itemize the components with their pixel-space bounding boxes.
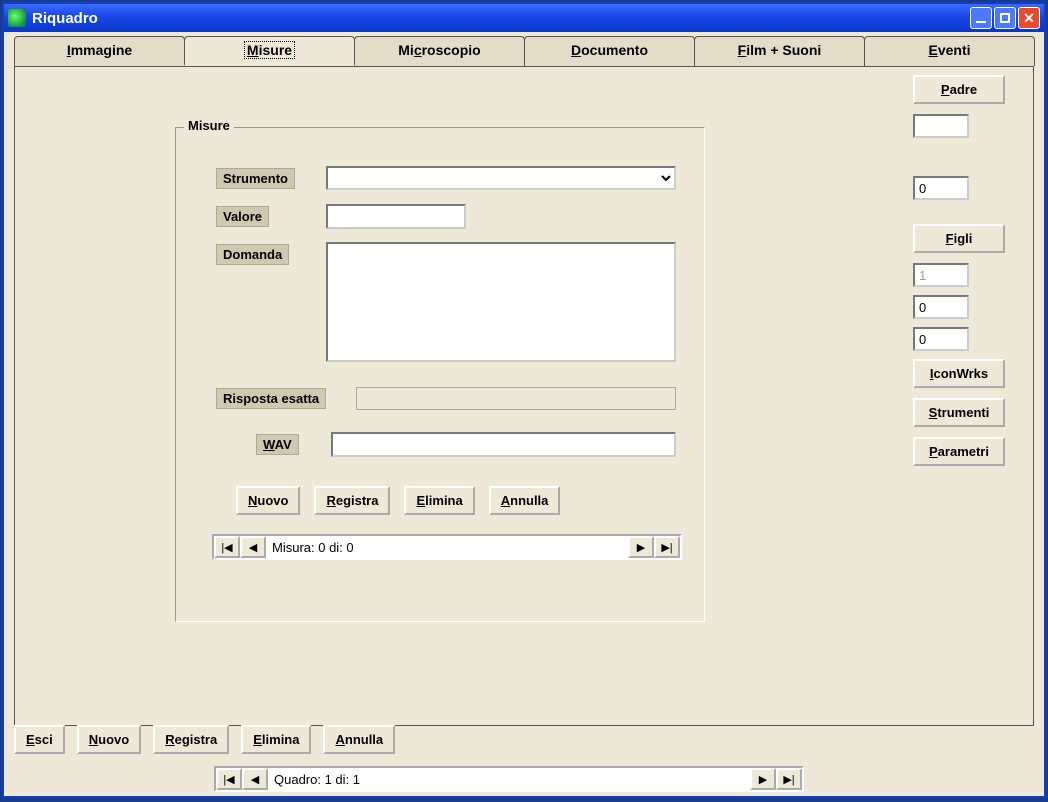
parametri-button[interactable]: Parametri [913, 437, 1005, 466]
window: Riquadro ✕ Immagine Misure Microscopio D… [2, 2, 1046, 798]
risposta-input[interactable] [356, 387, 676, 410]
strumenti-button[interactable]: Strumenti [913, 398, 1005, 427]
tab-misure[interactable]: Misure [184, 36, 355, 66]
app-icon [8, 9, 26, 27]
iconwrks-button[interactable]: IconWrks [913, 359, 1005, 388]
elimina-button[interactable]: Elimina [241, 725, 311, 754]
risposta-label: Risposta esatta [216, 388, 326, 409]
misure-nav-text: Misura: 0 di: 0 [266, 536, 628, 558]
misure-groupbox: Strumento Valore Domanda Risposta esatta… [175, 127, 705, 622]
figli-field-2[interactable] [913, 295, 969, 319]
tab-film-suoni[interactable]: Film + Suoni [694, 36, 865, 66]
misure-nuovo-button[interactable]: Nuovo [236, 486, 300, 515]
titlebar: Riquadro ✕ [4, 4, 1044, 32]
nuovo-button[interactable]: Nuovo [77, 725, 141, 754]
misure-record-nav: |◀ ◀ Misura: 0 di: 0 ▶ ▶| [212, 534, 682, 560]
close-button[interactable]: ✕ [1018, 7, 1040, 29]
tab-body: Strumento Valore Domanda Risposta esatta… [14, 66, 1034, 726]
misure-nav-last-icon[interactable]: ▶| [654, 536, 680, 558]
maximize-button[interactable] [994, 7, 1016, 29]
padre-zero-field[interactable] [913, 176, 969, 200]
misure-annulla-button[interactable]: Annulla [489, 486, 561, 515]
padre-field[interactable] [913, 114, 969, 138]
wav-label: WAV [256, 434, 299, 455]
window-title: Riquadro [32, 10, 98, 27]
valore-label: Valore [216, 206, 269, 227]
client-area: Immagine Misure Microscopio Documento Fi… [4, 36, 1044, 800]
figli-field-3[interactable] [913, 327, 969, 351]
domanda-textarea[interactable] [326, 242, 676, 362]
strumento-label: Strumento [216, 168, 295, 189]
misure-nav-next-icon[interactable]: ▶ [628, 536, 654, 558]
quadro-nav-first-icon[interactable]: |◀ [216, 768, 242, 790]
wav-input[interactable] [331, 432, 676, 457]
figli-field-1[interactable] [913, 263, 969, 287]
annulla-button[interactable]: Annulla [323, 725, 395, 754]
quadro-nav-text: Quadro: 1 di: 1 [268, 768, 750, 790]
figli-button[interactable]: Figli [913, 224, 1005, 253]
bottom-buttons: Esci Nuovo Registra Elimina Annulla [14, 725, 395, 754]
tab-bar: Immagine Misure Microscopio Documento Fi… [4, 36, 1044, 66]
quadro-record-nav: |◀ ◀ Quadro: 1 di: 1 ▶ ▶| [214, 766, 804, 792]
tab-microscopio[interactable]: Microscopio [354, 36, 525, 66]
misure-nav-first-icon[interactable]: |◀ [214, 536, 240, 558]
registra-button[interactable]: Registra [153, 725, 229, 754]
quadro-nav-last-icon[interactable]: ▶| [776, 768, 802, 790]
minimize-button[interactable] [970, 7, 992, 29]
padre-button[interactable]: Padre [913, 75, 1005, 104]
quadro-nav-prev-icon[interactable]: ◀ [242, 768, 268, 790]
tab-immagine[interactable]: Immagine [14, 36, 185, 66]
domanda-label: Domanda [216, 244, 289, 265]
tab-eventi[interactable]: Eventi [864, 36, 1035, 66]
valore-input[interactable] [326, 204, 466, 229]
strumento-combo[interactable] [326, 166, 676, 190]
right-column: Padre Figli IconWrks Strumenti Parametri [913, 75, 1023, 476]
quadro-nav-next-icon[interactable]: ▶ [750, 768, 776, 790]
misure-nav-prev-icon[interactable]: ◀ [240, 536, 266, 558]
esci-button[interactable]: Esci [14, 725, 65, 754]
misure-registra-button[interactable]: Registra [314, 486, 390, 515]
tab-documento[interactable]: Documento [524, 36, 695, 66]
misure-elimina-button[interactable]: Elimina [404, 486, 474, 515]
